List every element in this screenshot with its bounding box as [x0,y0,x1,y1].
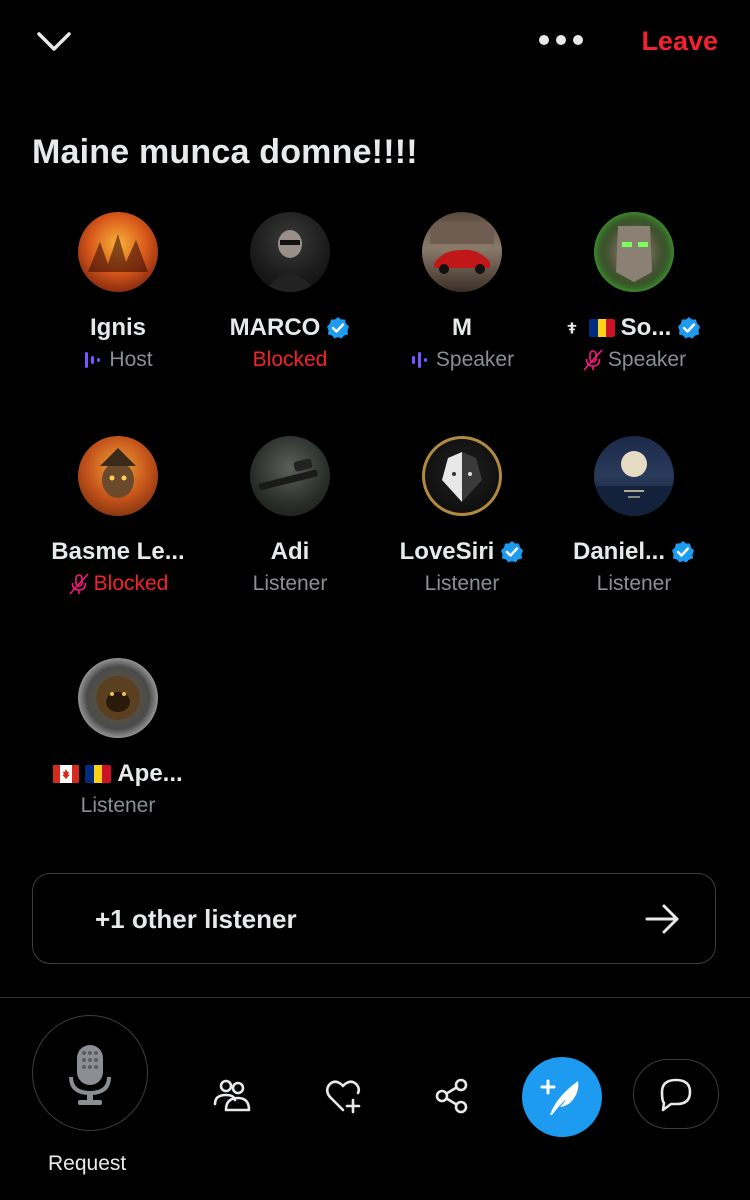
space-title: Maine munca domne!!!! [32,133,418,171]
microphone-icon [68,1044,111,1105]
arrow-right-icon [645,904,679,934]
verified-badge-icon [501,541,524,563]
share-icon[interactable] [432,1076,472,1116]
heart-plus-icon[interactable] [323,1076,363,1116]
participant-role: Speaker [548,348,720,372]
participant-daniel[interactable]: Daniel... Listener [548,436,720,596]
chat-bubble-icon [660,1078,691,1111]
participant-role: Host [32,348,204,372]
leave-button[interactable]: Leave [641,26,718,57]
participant-name: Basme Le... [32,538,204,566]
participant-role: Blocked [32,572,204,596]
speaking-bars-icon [85,352,101,368]
participant-name: Ignis [32,314,204,342]
participant-role: Blocked [204,348,376,372]
top-bar: Leave [0,0,750,90]
role-text: Listener [596,572,672,595]
participant-basme[interactable]: Basme Le... Blocked [32,436,204,596]
verified-badge-icon [678,317,701,339]
participant-role: Listener [376,572,548,596]
other-listeners-button[interactable]: +1 other listener [32,873,716,964]
more-dots-icon[interactable] [536,28,586,52]
participant-so[interactable]: So... Speaker [548,212,720,372]
avatar [78,658,158,738]
participant-name: M [376,314,548,342]
request-label: Request [48,1152,127,1175]
verified-badge-icon [327,317,350,339]
romania-flag-icon [85,765,112,783]
participant-name: Ape... [32,760,204,788]
name-text: Adi [270,538,310,565]
name-text: Basme Le... [51,538,185,565]
role-text: Speaker [435,348,515,371]
cross-symbol-icon [567,322,576,334]
role-text: Listener [424,572,500,595]
romania-flag-icon [588,319,615,337]
avatar [422,436,502,516]
canada-flag-icon [53,765,80,783]
request-mic-button[interactable] [32,1015,148,1131]
role-text: Listener [252,572,328,595]
role-text: Blocked [252,348,328,371]
chevron-down-icon[interactable] [34,26,74,56]
avatar [422,212,502,292]
participant-name: Adi [204,538,376,566]
participant-name: MARCO [204,314,376,342]
participant-role: Listener [32,794,204,818]
avatar [594,212,674,292]
role-text: Host [109,348,153,371]
participant-marco[interactable]: MARCO Blocked [204,212,376,372]
name-text: Daniel... [572,538,666,565]
participant-m[interactable]: M Speaker [376,212,548,372]
compose-feather-icon [540,1079,579,1115]
participant-name: LoveSiri [376,538,548,566]
role-text: Blocked [93,572,169,595]
participant-role: Speaker [376,348,548,372]
speaking-bars-icon [411,352,427,368]
avatar [594,436,674,516]
name-text: MARCO [229,314,321,341]
participant-role: Listener [204,572,376,596]
avatar [250,212,330,292]
avatar [78,436,158,516]
avatar [78,212,158,292]
participant-name: So... [548,314,720,342]
participant-ape[interactable]: Ape... Listener [32,658,204,818]
role-text: Listener [80,794,156,817]
compose-post-button[interactable] [522,1057,602,1137]
chat-button[interactable] [633,1059,719,1129]
people-icon[interactable] [212,1076,252,1116]
name-text: Ignis [89,314,146,341]
name-text: LoveSiri [399,538,495,565]
participant-role: Listener [548,572,720,596]
mic-muted-icon [69,573,89,595]
participant-adi[interactable]: Adi Listener [204,436,376,596]
participant-lovesiri[interactable]: LoveSiri Listener [376,436,548,596]
avatar [250,436,330,516]
verified-badge-icon [672,541,695,563]
name-text: Ape... [117,760,183,787]
participant-name: Daniel... [548,538,720,566]
name-text: So... [620,314,672,341]
role-text: Speaker [607,348,687,371]
name-text: M [452,314,472,341]
participant-ignis[interactable]: Ignis Host [32,212,204,372]
other-listeners-label: +1 other listener [95,904,297,934]
mic-muted-icon [583,349,603,371]
bottom-bar: Request [0,998,750,1200]
